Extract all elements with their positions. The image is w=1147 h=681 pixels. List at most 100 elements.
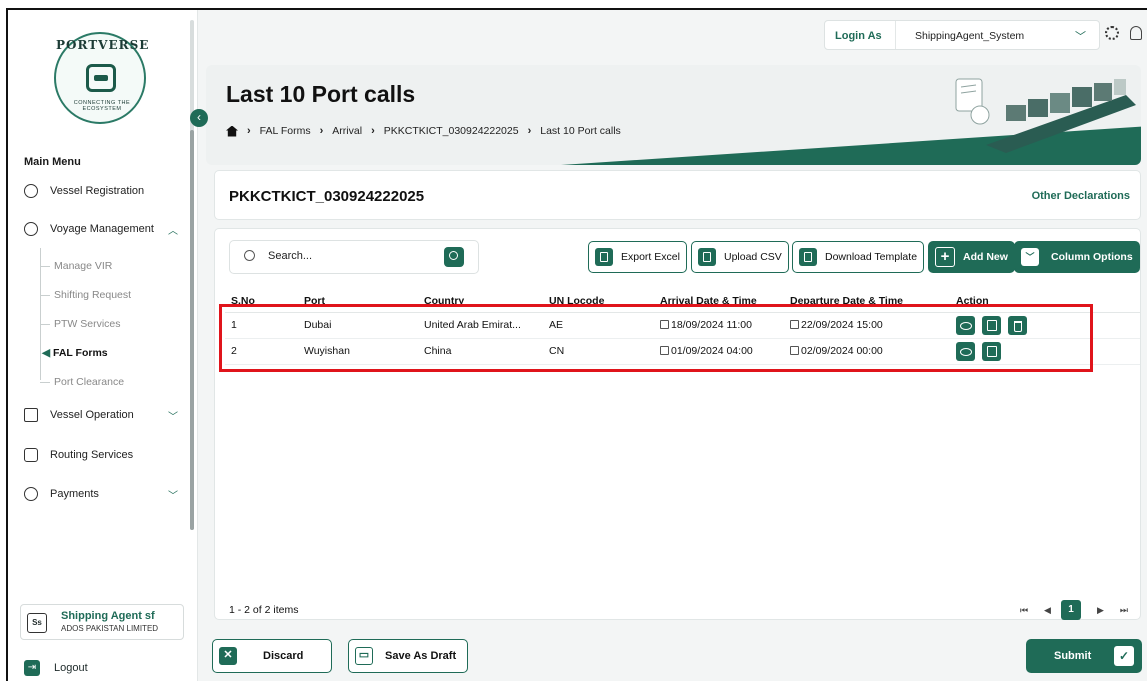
next-page-icon[interactable]: ▶ xyxy=(1097,605,1104,616)
chevron-up-icon: ︿ xyxy=(168,225,178,237)
cell-actions xyxy=(950,312,1140,339)
sidebar-subitem-manage-vir[interactable]: Manage VIR xyxy=(54,260,112,272)
sidebar-scrollbar[interactable] xyxy=(190,20,194,530)
column-header-arrival[interactable]: Arrival Date & Time xyxy=(654,290,784,313)
cell-country: China xyxy=(418,338,543,365)
view-eye-icon[interactable] xyxy=(956,315,975,335)
breadcrumb-separator-icon: › xyxy=(319,125,324,137)
cell-sno: 1 xyxy=(225,312,298,339)
home-icon[interactable] xyxy=(226,125,238,137)
user-card[interactable]: Ss Shipping Agent sf ADOS PAKISTAN LIMIT… xyxy=(20,604,184,640)
other-declarations-link[interactable]: Other Declarations xyxy=(1032,190,1130,202)
logout-label: Logout xyxy=(54,662,88,674)
scrollbar-thumb[interactable] xyxy=(190,130,194,530)
discard-button[interactable]: ✕ Discard xyxy=(212,639,332,673)
cell-port: Wuyishan xyxy=(298,338,418,365)
calendar-icon xyxy=(790,320,799,329)
submit-button[interactable]: Submit ✓ xyxy=(1026,639,1142,673)
logout-button[interactable]: ⇥ Logout xyxy=(24,660,88,676)
breadcrumb-arrival[interactable]: Arrival xyxy=(332,125,362,137)
save-icon: ▭ xyxy=(355,647,373,665)
sidebar-item-label: Routing Services xyxy=(50,449,134,461)
page-number-button[interactable]: 1 xyxy=(1060,600,1081,620)
settings-icon[interactable] xyxy=(1105,26,1119,40)
login-as-value: ShippingAgent_System xyxy=(915,30,1025,42)
excel-icon xyxy=(595,248,613,266)
login-as-select[interactable]: Login As ShippingAgent_System ﹀ xyxy=(824,20,1100,50)
last-page-icon[interactable]: ⏭ xyxy=(1120,605,1128,616)
sidebar-item-vessel-registration[interactable]: Vessel Registration xyxy=(24,182,144,202)
column-header-departure[interactable]: Departure Date & Time xyxy=(784,290,950,313)
breadcrumb-separator-icon: › xyxy=(247,125,251,137)
column-options-label: Column Options xyxy=(1051,251,1133,263)
logo-ring-text: PORTVERSE xyxy=(56,38,150,52)
edit-icon[interactable] xyxy=(981,341,1001,361)
breadcrumb-separator-icon: › xyxy=(371,125,375,137)
sidebar-nav: Vessel Registration Voyage Management ︿ … xyxy=(8,182,190,542)
table-row[interactable]: 1 Dubai United Arab Emirat... AE 18/09/2… xyxy=(225,312,1140,339)
cell-departure: 02/09/2024 00:00 xyxy=(784,338,950,365)
breadcrumb-record[interactable]: PKKCTKICT_030924222025 xyxy=(384,125,519,137)
user-org: ADOS PAKISTAN LIMITED xyxy=(61,624,159,633)
breadcrumb: › FAL Forms › Arrival › PKKCTKICT_030924… xyxy=(226,125,630,137)
csv-icon xyxy=(698,248,716,266)
column-header-country[interactable]: Country xyxy=(418,290,543,313)
breadcrumb-separator-icon: › xyxy=(527,125,532,137)
breadcrumb-fal-forms[interactable]: FAL Forms xyxy=(260,125,311,137)
compass-icon xyxy=(24,222,38,236)
sidebar-subitem-port-clearance[interactable]: Port Clearance xyxy=(54,376,124,388)
delete-trash-icon[interactable] xyxy=(1007,315,1027,335)
column-header-un-locode[interactable]: UN Locode xyxy=(543,290,654,313)
search-button[interactable] xyxy=(444,247,464,267)
sidebar-item-voyage-management[interactable]: Voyage Management ︿ xyxy=(24,218,178,240)
column-header-action: Action xyxy=(950,290,1140,313)
sidebar-item-label: Vessel Operation xyxy=(50,409,134,421)
cell-un-locode: CN xyxy=(543,338,654,365)
search-icon xyxy=(244,250,255,261)
sidebar-item-routing-services[interactable]: Routing Services xyxy=(24,444,133,466)
calendar-icon xyxy=(660,346,669,355)
download-template-button[interactable]: Download Template xyxy=(792,241,925,273)
submenu-tick xyxy=(40,382,50,383)
close-icon: ✕ xyxy=(219,647,237,665)
prev-page-icon[interactable]: ◀ xyxy=(1044,605,1051,616)
record-title-card: PKKCTKICT_030924222025 Other Declaration… xyxy=(214,170,1141,220)
sidebar-subitem-shifting-request[interactable]: Shifting Request xyxy=(54,289,131,301)
column-header-sno[interactable]: S.No xyxy=(225,290,298,313)
edit-icon[interactable] xyxy=(981,315,1001,335)
sidebar-item-label: Payments xyxy=(50,488,99,500)
sidebar-subitem-fal-forms[interactable]: ◀ FAL Forms xyxy=(42,347,108,359)
upload-csv-button[interactable]: Upload CSV xyxy=(691,241,789,273)
ship-icon xyxy=(86,64,116,92)
first-page-icon[interactable]: ⏮ xyxy=(1020,605,1028,616)
collapse-sidebar-button[interactable]: ‹ xyxy=(190,109,208,127)
export-excel-button[interactable]: Export Excel xyxy=(588,241,687,273)
calendar-icon xyxy=(660,320,669,329)
add-new-button[interactable]: + Add New xyxy=(928,241,1015,273)
portverse-logo: PORTVERSE CONNECTING THE ECOSYSTEM xyxy=(54,32,150,124)
sidebar-item-vessel-operation[interactable]: Vessel Operation ﹀ xyxy=(24,404,178,426)
avatar: Ss xyxy=(27,613,47,633)
pagination: ⏮ ◀ 1 ▶ ⏭ xyxy=(1004,600,1128,620)
cell-port: Dubai xyxy=(298,312,418,339)
sidebar-item-payments[interactable]: Payments ﹀ xyxy=(24,483,178,505)
cell-arrival: 18/09/2024 11:00 xyxy=(654,312,784,339)
cell-actions xyxy=(950,338,1140,365)
column-header-port[interactable]: Port xyxy=(298,290,418,313)
payment-icon xyxy=(24,487,38,501)
sidebar-item-label: Vessel Registration xyxy=(50,185,145,197)
ship-icon xyxy=(24,408,38,422)
submenu-tick xyxy=(40,295,50,296)
view-eye-icon[interactable] xyxy=(956,341,975,361)
bell-icon[interactable] xyxy=(1130,26,1142,40)
column-options-button[interactable]: ﹀ Column Options xyxy=(1014,241,1140,273)
chevron-down-icon: ﹀ xyxy=(168,490,178,502)
upload-csv-label: Upload CSV xyxy=(724,251,782,263)
sidebar-subitem-ptw-services[interactable]: PTW Services xyxy=(54,318,121,330)
save-draft-button[interactable]: ▭ Save As Draft xyxy=(348,639,468,673)
table-row[interactable]: 2 Wuyishan China CN 01/09/2024 04:00 02/… xyxy=(225,338,1140,365)
pagination-info: 1 - 2 of 2 items xyxy=(229,604,299,616)
table-header-row: S.No Port Country UN Locode Arrival Date… xyxy=(225,290,1140,313)
search-input[interactable] xyxy=(268,250,428,262)
route-icon xyxy=(24,448,38,462)
